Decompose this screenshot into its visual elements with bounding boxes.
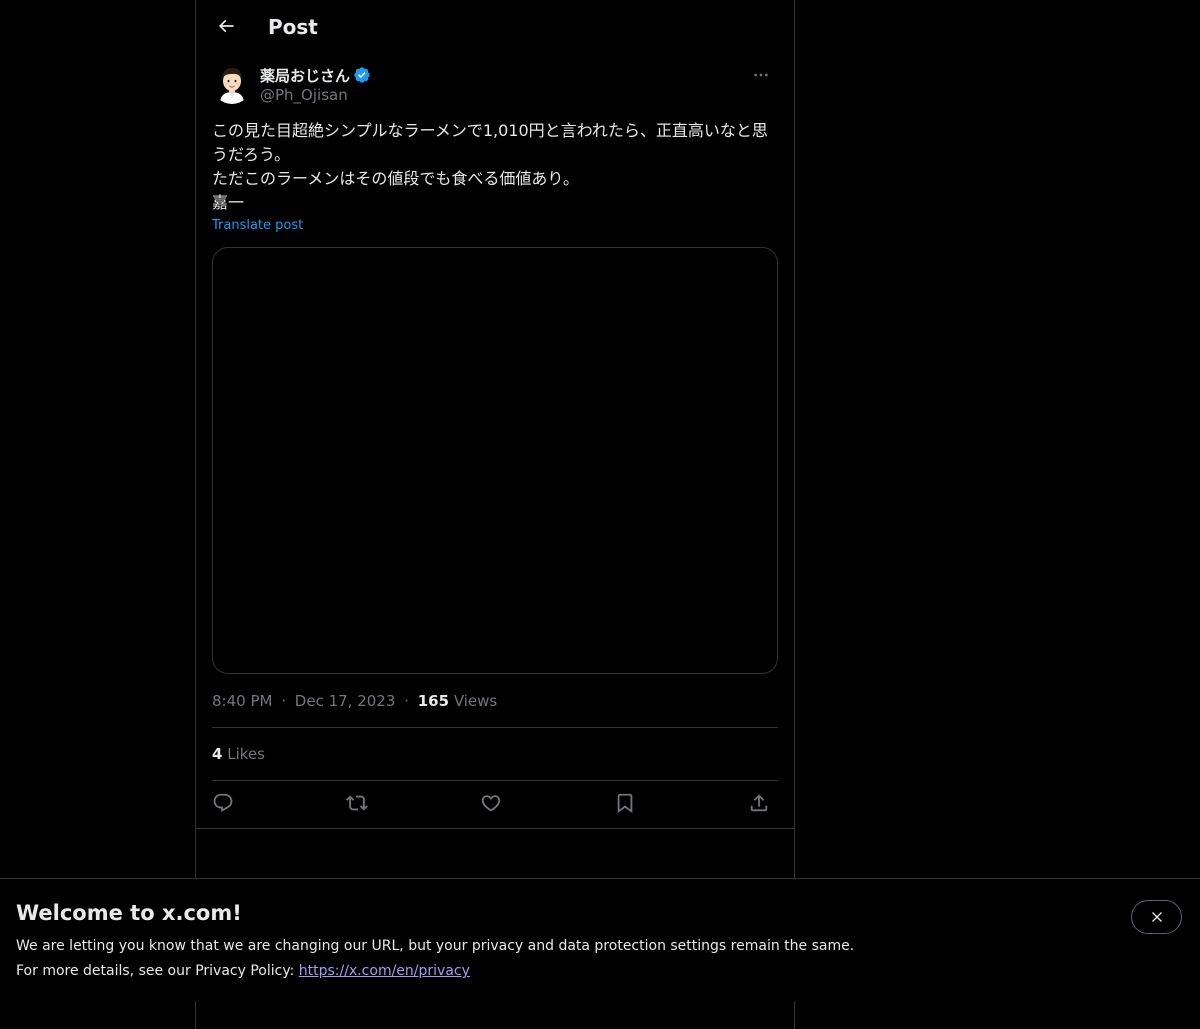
divider (212, 780, 778, 781)
likes-link[interactable]: 4 Likes (212, 743, 265, 765)
back-button[interactable] (208, 8, 244, 44)
heart-icon (481, 795, 501, 812)
arrow-left-icon (218, 19, 234, 33)
privacy-policy-link[interactable]: https://x.com/en/privacy (299, 963, 470, 979)
post-text: この見た目超絶シンプルなラーメンで1,010円と言われたら、正直高いなと思うだろ… (212, 121, 768, 212)
likes-label: Likes (227, 745, 265, 763)
share-button[interactable] (742, 786, 776, 820)
banner-privacy-prefix: For more details, see our Privacy Policy… (16, 963, 299, 979)
repost-button[interactable] (340, 786, 374, 820)
bookmark-button[interactable] (608, 786, 642, 820)
name-row: 薬局おじさん (260, 64, 371, 86)
page-title: Post (268, 15, 318, 39)
post-action-bar (212, 786, 778, 822)
banner-message: We are letting you know that we are chan… (16, 938, 855, 954)
divider (212, 727, 778, 728)
avatar[interactable] (212, 64, 252, 104)
author-display-name[interactable]: 薬局おじさん (260, 65, 350, 86)
page-header: Post (196, 0, 794, 54)
bookmark-icon (617, 793, 633, 814)
share-icon (750, 794, 768, 812)
repost-icon (346, 795, 368, 811)
views-label: Views (453, 692, 498, 710)
post-media[interactable] (212, 247, 778, 674)
reply-icon (213, 793, 233, 812)
post-time[interactable]: 8:40 PM (212, 692, 272, 710)
close-icon (1151, 912, 1162, 922)
banner-privacy-line: For more details, see our Privacy Policy… (16, 961, 470, 981)
likes-count: 4 (212, 745, 223, 763)
avatar-illustration-icon (212, 64, 252, 104)
divider (196, 828, 794, 829)
meta-separator: · (404, 692, 409, 710)
url-change-banner: Welcome to x.com! We are letting you kno… (0, 878, 1200, 1001)
banner-title: Welcome to x.com! (16, 901, 242, 925)
post-date[interactable]: Dec 17, 2023 (295, 692, 396, 710)
translate-post-link[interactable]: Translate post (212, 218, 303, 233)
primary-column: Post 薬局おじさん @Ph_Ojisan この見た目超絶シンプルなラーメンで… (195, 0, 795, 1029)
views-count: 165 (417, 692, 450, 710)
verified-badge-icon[interactable] (353, 66, 371, 84)
reply-button[interactable] (206, 786, 240, 820)
more-options-button[interactable] (744, 64, 778, 86)
author-handle[interactable]: @Ph_Ojisan (260, 86, 348, 104)
post-metadata: 8:40 PM · Dec 17, 2023 · 165 Views (212, 690, 497, 712)
more-horizontal-icon (754, 73, 768, 77)
like-button[interactable] (474, 786, 508, 820)
banner-close-button[interactable] (1131, 900, 1182, 934)
post-author: 薬局おじさん @Ph_Ojisan (212, 64, 778, 108)
meta-separator: · (281, 692, 287, 710)
